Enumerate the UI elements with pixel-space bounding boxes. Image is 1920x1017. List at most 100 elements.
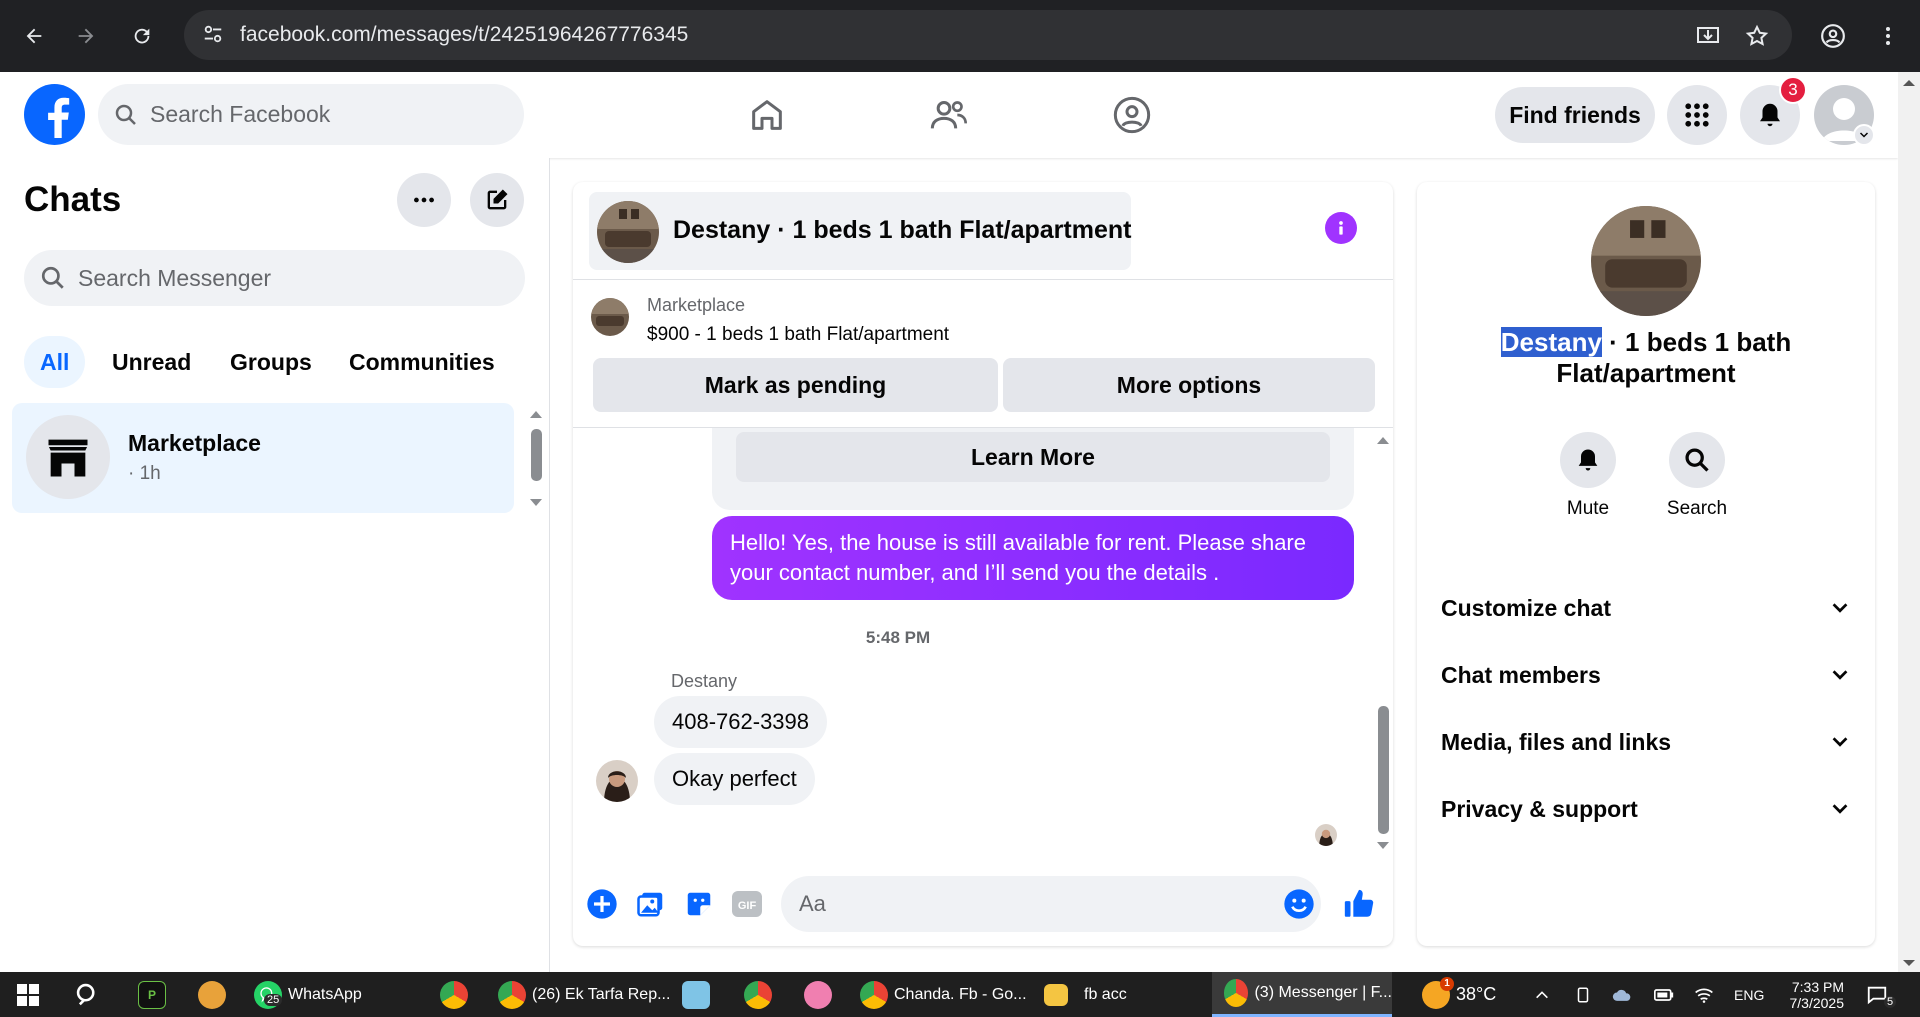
chrome-taskbar-item[interactable]: Chanda. Fb - Go... xyxy=(860,972,1027,1017)
menu-grid-icon[interactable] xyxy=(1667,85,1727,145)
new-message-icon[interactable] xyxy=(470,173,524,227)
find-friends-button[interactable]: Find friends xyxy=(1495,87,1655,143)
folder-taskbar-item[interactable]: fb acc xyxy=(1044,972,1127,1017)
tray-expand-icon[interactable] xyxy=(1534,972,1550,1017)
privacy-support-row[interactable]: Privacy & support xyxy=(1441,781,1851,837)
filter-unread[interactable]: Unread xyxy=(96,336,207,388)
section-label: Customize chat xyxy=(1441,594,1611,621)
facebook-header: Search Facebook Find friends 3 xyxy=(0,72,1898,158)
message-input[interactable]: Aa xyxy=(781,876,1321,932)
message-placeholder: Aa xyxy=(799,891,826,916)
filter-communities[interactable]: Communities xyxy=(333,336,511,388)
tray-device-icon[interactable] xyxy=(1574,972,1592,1017)
install-app-icon[interactable] xyxy=(1688,16,1728,56)
search-icon[interactable] xyxy=(1669,432,1725,488)
sticker-icon[interactable] xyxy=(681,886,717,922)
address-bar[interactable]: facebook.com/messages/t/2425196426777634… xyxy=(184,10,1792,60)
notification-badge: 3 xyxy=(1779,76,1807,104)
section-label: Privacy & support xyxy=(1441,795,1638,822)
gif-icon[interactable]: GIF xyxy=(729,886,765,922)
bell-icon[interactable] xyxy=(1560,432,1616,488)
mute-label: Mute xyxy=(1566,498,1610,519)
conversation-header[interactable]: Destany · 1 beds 1 bath Flat/apartment xyxy=(589,192,1131,270)
conversation-title: Destany · 1 beds 1 bath Flat/apartment xyxy=(673,216,1132,244)
search-placeholder: Search Messenger xyxy=(78,264,272,291)
search-placeholder: Search Facebook xyxy=(150,101,331,127)
mark-as-pending-button[interactable]: Mark as pending xyxy=(593,358,998,412)
chat-members-row[interactable]: Chat members xyxy=(1441,647,1851,703)
profile-icon[interactable] xyxy=(1813,16,1853,56)
marketplace-store-icon xyxy=(26,415,110,499)
tray-onedrive-icon[interactable] xyxy=(1612,972,1632,1017)
wifi-icon[interactable] xyxy=(1694,972,1714,1017)
filter-groups[interactable]: Groups xyxy=(214,336,328,388)
forward-icon[interactable] xyxy=(66,16,106,56)
back-icon[interactable] xyxy=(14,16,54,56)
messenger-search[interactable]: Search Messenger xyxy=(24,250,525,306)
url-text: facebook.com/messages/t/2425196426777634… xyxy=(240,23,689,46)
windows-start-icon[interactable] xyxy=(16,972,40,1017)
browser-menu-icon[interactable] xyxy=(1868,16,1908,56)
thumbs-up-icon[interactable] xyxy=(1341,886,1377,922)
facebook-search[interactable]: Search Facebook xyxy=(98,84,524,145)
messenger-taskbar-item[interactable]: (3) Messenger | F... xyxy=(1212,972,1392,1017)
mute-action[interactable]: Mute xyxy=(1543,432,1633,520)
sender-avatar xyxy=(596,760,638,802)
page-scrollbar[interactable] xyxy=(1898,72,1920,972)
notification-center-icon[interactable]: 5 xyxy=(1866,972,1897,1017)
groups-icon[interactable] xyxy=(1107,90,1157,140)
chat-avatar xyxy=(1591,206,1701,316)
seen-avatar xyxy=(1315,824,1337,846)
message-timestamp: 5:48 PM xyxy=(865,628,931,647)
home-icon[interactable] xyxy=(742,90,792,140)
more-options-button[interactable]: More options xyxy=(1003,358,1375,412)
media-files-links-row[interactable]: Media, files and links xyxy=(1441,714,1851,770)
chrome-taskbar-icon[interactable] xyxy=(440,972,468,1017)
clock-date: 7/3/2025 xyxy=(1789,994,1845,1011)
windows-taskbar: P 25 WhatsApp (26) Ek Tarfa Rep... Chand… xyxy=(0,972,1920,1017)
info-icon[interactable] xyxy=(1325,212,1357,244)
chrome-taskbar-item[interactable]: (26) Ek Tarfa Rep... xyxy=(498,972,670,1017)
message-scrollbar[interactable] xyxy=(1373,428,1393,858)
language-indicator[interactable]: ENG xyxy=(1734,972,1764,1017)
emoji-icon[interactable] xyxy=(1281,886,1317,922)
bookmark-star-icon[interactable] xyxy=(1737,16,1777,56)
site-settings-icon[interactable] xyxy=(202,23,224,45)
clock[interactable]: 7:33 PM 7/3/2025 xyxy=(1780,972,1845,1017)
plus-circle-icon[interactable] xyxy=(584,886,620,922)
more-options-icon[interactable] xyxy=(397,173,451,227)
notepad-taskbar-icon[interactable] xyxy=(682,972,710,1017)
chat-list-scrollbar[interactable] xyxy=(526,403,546,506)
weather-widget[interactable]: 1 38°C xyxy=(1422,972,1496,1017)
clock-time: 7:33 PM xyxy=(1791,978,1844,995)
app-terminal-icon[interactable]: P xyxy=(138,972,166,1017)
weather-badge: 1 xyxy=(1440,976,1454,991)
weather-icon: 1 xyxy=(1422,976,1454,1009)
marketplace-label: Marketplace xyxy=(647,295,746,315)
message-list: Learn More Hello! Yes, the house is stil… xyxy=(573,428,1393,858)
notification-center-badge: 5 xyxy=(1884,996,1897,1008)
chevron-down-icon[interactable] xyxy=(1853,124,1875,146)
search-action[interactable]: Search xyxy=(1652,432,1742,520)
browser-toolbar: facebook.com/messages/t/2425196426777634… xyxy=(0,0,1920,72)
filter-all[interactable]: All xyxy=(24,336,86,388)
windows-search-icon[interactable] xyxy=(74,972,102,1017)
section-label: Chat members xyxy=(1441,661,1601,688)
chrome-taskbar-icon[interactable] xyxy=(744,972,772,1017)
learn-more-button[interactable]: Learn More xyxy=(736,432,1330,482)
chevron-down-icon xyxy=(1829,597,1851,619)
listing-thumbnail xyxy=(591,298,629,336)
chevron-down-icon xyxy=(1829,798,1851,820)
photo-icon[interactable] xyxy=(633,886,669,922)
app-game-icon[interactable] xyxy=(198,972,226,1017)
chat-details-title: Destany · 1 beds 1 bath Flat/apartment xyxy=(1417,327,1875,389)
reload-icon[interactable] xyxy=(122,16,162,56)
battery-icon[interactable] xyxy=(1654,972,1674,1017)
whatsapp-taskbar-item[interactable]: 25 WhatsApp xyxy=(254,972,362,1017)
friends-icon[interactable] xyxy=(924,90,974,140)
paint-taskbar-icon[interactable] xyxy=(804,972,832,1017)
facebook-logo-icon[interactable] xyxy=(24,84,85,145)
taskbar-window-label: fb acc xyxy=(1084,985,1127,1003)
chat-list-item[interactable]: Marketplace · 1h xyxy=(12,403,514,513)
customize-chat-row[interactable]: Customize chat xyxy=(1441,580,1851,636)
